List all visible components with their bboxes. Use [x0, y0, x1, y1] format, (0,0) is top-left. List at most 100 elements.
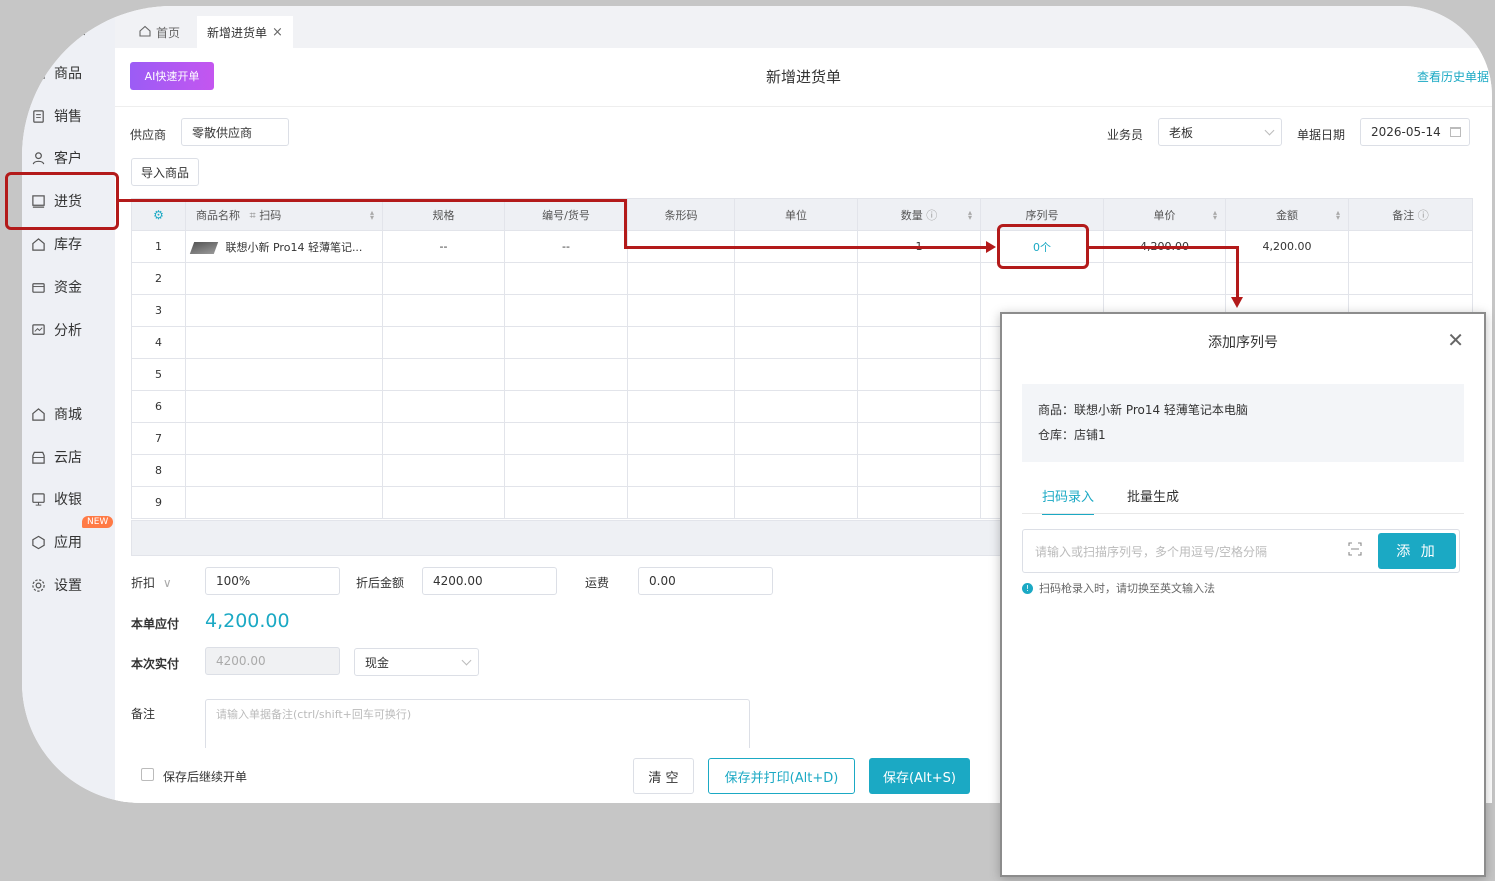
payment-method-select[interactable]: 现金	[354, 648, 479, 676]
sidebar-item-warehouse[interactable]: 库存	[30, 233, 82, 255]
column-label: 商品名称	[196, 208, 240, 222]
sidebar-item-analysis[interactable]: 分析	[30, 319, 82, 341]
shipping-input[interactable]: 0.00	[638, 567, 773, 595]
row-number: 2	[131, 262, 186, 295]
note-label: 备注	[131, 707, 156, 721]
row-number: 4	[131, 326, 186, 359]
sidebar-item-label: 销售	[54, 109, 82, 125]
remark-cell[interactable]	[1348, 230, 1473, 263]
help-icon[interactable]: ⓘ	[1418, 209, 1429, 222]
sidebar-item-home-partial[interactable]: 页	[72, 18, 86, 40]
column-label: 单价	[1153, 208, 1176, 222]
discount-label[interactable]: 折扣 ∨	[131, 574, 172, 591]
payable-label: 本单应付	[131, 617, 180, 631]
product-name-cell[interactable]: 联想小新 Pro14 轻薄笔记...	[185, 230, 383, 263]
annotation-line	[119, 199, 627, 202]
paid-input: 4200.00	[205, 647, 340, 675]
after-discount-input[interactable]: 4200.00	[422, 567, 557, 595]
chevron-down-icon	[1264, 125, 1275, 136]
continue-label[interactable]: 保存后继续开单	[163, 768, 247, 785]
continue-checkbox[interactable]	[141, 768, 154, 781]
sort-icon[interactable]: ▴ ▾	[370, 209, 374, 222]
sidebar-item-cloud-store[interactable]: 云店	[30, 446, 82, 468]
sort-icon[interactable]: ▴ ▾	[1336, 209, 1340, 222]
sidebar-item-apps[interactable]: 应用	[30, 531, 82, 553]
salesperson-label: 业务员	[1107, 128, 1144, 142]
column-label: 序列号	[1025, 208, 1059, 222]
column-code: 编号/货号	[504, 198, 628, 231]
close-icon[interactable]: ×	[272, 25, 283, 40]
add-serial-dialog: 添加序列号 ✕ 商品：联想小新 Pro14 轻薄笔记本电脑 仓库：店铺1 扫码录…	[1000, 312, 1486, 877]
discount-label-text: 折扣	[131, 576, 156, 590]
column-name[interactable]: 商品名称 ⌗ 扫码 ▴ ▾	[185, 198, 383, 231]
save-button[interactable]: 保存(Alt+S)	[869, 758, 970, 794]
tab-label: 首页	[156, 25, 181, 40]
gear-icon	[30, 577, 46, 593]
clear-button[interactable]: 清 空	[633, 758, 694, 794]
gear-icon[interactable]: ⚙	[153, 208, 164, 222]
arrow-right-icon	[986, 241, 996, 253]
sidebar-item-product[interactable]: 商品	[30, 62, 82, 84]
sidebar-item-customer[interactable]: 客户	[30, 147, 82, 169]
tab-batch-generate[interactable]: 批量生成	[1127, 486, 1179, 513]
amount-cell[interactable]: 4,200.00	[1225, 230, 1349, 263]
sidebar-item-label: 客户	[54, 151, 82, 167]
code-cell[interactable]: --	[504, 230, 628, 263]
column-qty[interactable]: 数量 ⓘ ▴ ▾	[857, 198, 981, 231]
app-icon	[30, 534, 46, 550]
sidebar-item-label: 云店	[54, 450, 82, 466]
sidebar-item-settings[interactable]: 设置	[30, 574, 82, 596]
chevron-down-icon	[461, 655, 472, 666]
sidebar-item-sales[interactable]: 销售	[30, 105, 82, 127]
dialog-title: 添加序列号	[1208, 335, 1278, 351]
table-row[interactable]: 2	[131, 262, 1473, 295]
supplier-label: 供应商	[130, 128, 167, 142]
tab-new-purchase[interactable]: 新增进货单 ×	[197, 16, 293, 48]
tab-home[interactable]: 首页	[129, 16, 190, 48]
paid-value: 4200.00	[216, 654, 266, 668]
store-icon	[30, 449, 46, 465]
import-products-button[interactable]: 导入商品	[131, 158, 199, 186]
sidebar-item-funds[interactable]: 资金	[30, 276, 82, 298]
help-icon[interactable]: ⓘ	[926, 209, 937, 222]
divider	[115, 106, 1492, 107]
scan-icon[interactable]	[1348, 542, 1362, 556]
date-picker[interactable]: 2026-05-14	[1360, 118, 1470, 146]
date-value: 2026-05-14	[1371, 125, 1441, 139]
payment-method-value: 现金	[365, 655, 390, 670]
supplier-field[interactable]: 零散供应商	[181, 118, 289, 146]
serial-highlight-box	[997, 224, 1089, 269]
close-icon[interactable]: ✕	[1447, 328, 1464, 352]
add-serial-button[interactable]: 添 加	[1378, 533, 1456, 569]
warehouse-info: 仓库：店铺1	[1038, 428, 1106, 442]
sidebar-item-label: 商城	[54, 407, 82, 423]
sort-icon[interactable]: ▴ ▾	[1213, 209, 1217, 222]
discount-input[interactable]: 100%	[205, 567, 340, 595]
sales-icon	[30, 108, 46, 124]
shipping-value: 0.00	[649, 574, 676, 588]
sidebar-item-mall[interactable]: 商城	[30, 403, 82, 425]
column-settings[interactable]: ⚙	[131, 198, 186, 231]
tab-scan-entry[interactable]: 扫码录入	[1042, 486, 1095, 515]
spec-cell[interactable]: --	[382, 230, 505, 263]
purchase-highlight-box	[5, 172, 119, 230]
home-icon	[139, 25, 151, 40]
sidebar-item-cashier[interactable]: 收银	[30, 488, 82, 510]
column-price[interactable]: 单价 ▴ ▾	[1103, 198, 1226, 231]
column-spec: 规格	[382, 198, 505, 231]
annotation-line	[624, 199, 627, 249]
supplier-value: 零散供应商	[192, 125, 253, 140]
sidebar-item-label: 应用	[54, 535, 82, 551]
info-icon: !	[1022, 582, 1033, 594]
after-discount-value: 4200.00	[433, 574, 483, 588]
sort-icon[interactable]: ▴ ▾	[968, 209, 972, 222]
scan-icon[interactable]: ⌗	[250, 209, 256, 222]
row-number: 6	[131, 390, 186, 423]
scan-label[interactable]: 扫码	[259, 209, 281, 222]
column-amount[interactable]: 金额 ▴ ▾	[1225, 198, 1349, 231]
history-link[interactable]: 查看历史单据	[1417, 68, 1492, 85]
salesperson-select[interactable]: 老板	[1158, 118, 1282, 146]
save-print-button[interactable]: 保存并打印(Alt+D)	[708, 758, 855, 794]
sidebar-item-label: 资金	[54, 280, 82, 296]
after-discount-label: 折后金额	[356, 576, 405, 590]
